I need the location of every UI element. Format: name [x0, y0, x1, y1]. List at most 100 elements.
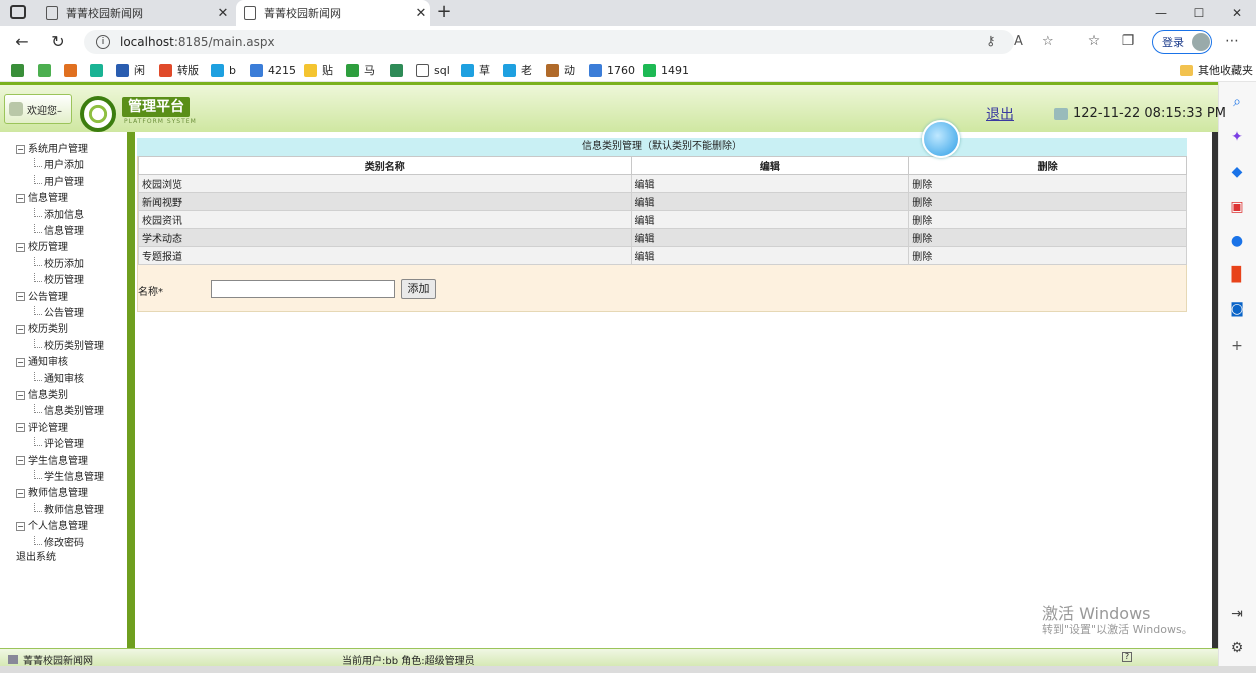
bookmark-3[interactable]	[64, 62, 82, 78]
edit-link[interactable]: 编辑	[630, 174, 910, 193]
delete-link[interactable]: 删除	[908, 174, 1187, 193]
bookmark-16[interactable]: 1760	[589, 62, 635, 78]
nav-item-8-0[interactable]: 学生信息管理	[34, 470, 104, 486]
delete-link[interactable]: 删除	[908, 246, 1187, 265]
bookmark-15[interactable]: 动	[546, 62, 575, 78]
refresh-icon[interactable]: ↻	[48, 32, 68, 51]
bookmark-14[interactable]: 老	[503, 62, 532, 78]
delete-link[interactable]: 删除	[908, 228, 1187, 247]
key-icon[interactable]: ⚷	[986, 34, 996, 49]
delete-link[interactable]: 删除	[908, 210, 1187, 229]
hide-sidebar-icon[interactable]: ⇥	[1228, 605, 1246, 623]
help-icon[interactable]: ?	[1122, 652, 1132, 662]
edit-link[interactable]: 编辑	[630, 192, 910, 211]
settings-gear-icon[interactable]: ⚙	[1228, 639, 1246, 657]
office-icon[interactable]: ▉	[1228, 266, 1246, 284]
collapse-toggle-icon[interactable]: −	[16, 488, 25, 498]
delete-link[interactable]: 删除	[908, 192, 1187, 211]
info-icon[interactable]: i	[96, 35, 110, 49]
logout-link[interactable]: 退出	[986, 104, 1014, 124]
tab-actions-icon[interactable]	[10, 5, 26, 19]
tools-icon[interactable]: ▣	[1228, 198, 1246, 216]
browser-tab-2-active[interactable]: 菁菁校园新闻网 ✕	[236, 0, 430, 26]
collapse-toggle-icon[interactable]: −	[16, 357, 25, 367]
outlook-icon[interactable]: ◙	[1228, 300, 1246, 318]
favorite-star-icon[interactable]: ☆	[1042, 34, 1054, 49]
scrollbar-track[interactable]	[1212, 132, 1218, 648]
nav-group-2[interactable]: − 校历管理	[16, 240, 68, 256]
login-button[interactable]: 登录	[1152, 30, 1212, 54]
close-window-button[interactable]: ✕	[1218, 0, 1256, 26]
nav-group-0[interactable]: − 系统用户管理	[16, 142, 88, 158]
bookmark-17[interactable]: 1491	[643, 62, 689, 78]
bookmark-5[interactable]: 闲	[116, 62, 145, 78]
games-icon[interactable]: ●	[1228, 232, 1246, 250]
collapse-toggle-icon[interactable]: −	[16, 456, 25, 466]
collapse-toggle-icon[interactable]: −	[16, 242, 25, 252]
bookmark-9[interactable]: 贴	[304, 62, 333, 78]
edit-link[interactable]: 编辑	[630, 228, 910, 247]
add-button[interactable]: 添加	[401, 279, 436, 299]
collapse-toggle-icon[interactable]: −	[16, 144, 25, 154]
bookmark-4[interactable]	[90, 62, 108, 78]
bookmark-8[interactable]: 4215	[250, 62, 296, 78]
maximize-button[interactable]: ☐	[1180, 0, 1218, 26]
edit-link[interactable]: 编辑	[630, 210, 910, 229]
nav-item-4-0[interactable]: 校历类别管理	[34, 338, 104, 355]
nav-group-6[interactable]: − 信息类别	[16, 388, 68, 404]
bookmark-13[interactable]: 草	[461, 62, 490, 78]
back-icon[interactable]: ←	[12, 32, 32, 51]
nav-item-7-0[interactable]: 评论管理	[34, 437, 84, 453]
minimize-button[interactable]: —	[1142, 0, 1180, 26]
collapse-toggle-icon[interactable]: −	[16, 292, 25, 302]
bookmark-7[interactable]: b	[211, 62, 236, 78]
nav-group-10[interactable]: − 个人信息管理	[16, 519, 88, 535]
url-field[interactable]: i localhost:8185/main.aspx ⚷ A ☆	[84, 30, 1054, 54]
nav-item-2-0[interactable]: 校历添加	[34, 256, 84, 273]
collapse-toggle-icon[interactable]: −	[16, 521, 25, 531]
nav-group-1[interactable]: − 信息管理	[16, 191, 68, 207]
read-aloud-icon[interactable]: A	[1014, 34, 1023, 49]
name-input[interactable]	[211, 280, 395, 298]
nav-group-7[interactable]: − 评论管理	[16, 421, 68, 437]
edit-link[interactable]: 编辑	[630, 246, 910, 265]
nav-item-2-1[interactable]: 校历管理	[34, 273, 84, 289]
bookmark-1[interactable]	[11, 62, 29, 78]
nav-item-0-0[interactable]: 用户添加	[34, 158, 84, 174]
bookmark-10[interactable]: 马	[346, 62, 375, 78]
nav-group-5[interactable]: − 通知审核	[16, 355, 68, 371]
collapse-toggle-icon[interactable]: −	[16, 390, 25, 400]
nav-item-6-0[interactable]: 信息类别管理	[34, 404, 104, 420]
collapse-toggle-icon[interactable]: −	[16, 324, 25, 334]
nav-exit-system[interactable]: 退出系统	[16, 550, 56, 566]
bookmark-6[interactable]: 转版	[159, 62, 199, 78]
nav-item-1-0[interactable]: 添加信息	[34, 207, 84, 224]
bookmark-2[interactable]	[38, 62, 56, 78]
new-tab-button[interactable]: +	[433, 2, 455, 24]
collapse-toggle-icon[interactable]: −	[16, 423, 25, 433]
add-sidebar-app-icon[interactable]: +	[1228, 337, 1246, 355]
collapse-toggle-icon[interactable]: −	[16, 193, 25, 203]
close-tab-icon[interactable]: ✕	[214, 6, 232, 21]
copilot-icon[interactable]: ✦	[1228, 128, 1246, 146]
nav-item-9-0[interactable]: 教师信息管理	[34, 502, 104, 519]
nav-group-8[interactable]: − 学生信息管理	[16, 454, 88, 470]
search-icon[interactable]: ⌕	[1228, 93, 1246, 111]
nav-group-4[interactable]: − 校历类别	[16, 322, 68, 338]
nav-item-0-1[interactable]: 用户管理	[34, 174, 84, 191]
nav-item-5-0[interactable]: 通知审核	[34, 371, 84, 388]
nav-item-1-1[interactable]: 信息管理	[34, 224, 84, 240]
floating-assistant-icon[interactable]	[922, 120, 960, 158]
nav-item-3-0[interactable]: 公告管理	[34, 306, 84, 322]
favorites-icon[interactable]: ☆	[1084, 33, 1104, 49]
collections-icon[interactable]: ❐	[1118, 33, 1138, 49]
bookmark-11[interactable]	[390, 62, 408, 78]
nav-group-9[interactable]: − 教师信息管理	[16, 486, 88, 502]
browser-tab-1[interactable]: 菁菁校园新闻网 ✕	[40, 0, 232, 26]
shopping-tag-icon[interactable]: ◆	[1228, 163, 1246, 181]
close-tab-icon[interactable]: ✕	[412, 6, 430, 21]
nav-group-3[interactable]: − 公告管理	[16, 290, 68, 306]
other-favorites[interactable]: 其他收藏夹	[1180, 62, 1253, 78]
more-menu-icon[interactable]: ⋯	[1222, 33, 1242, 49]
bookmark-12[interactable]: sql	[416, 62, 450, 78]
